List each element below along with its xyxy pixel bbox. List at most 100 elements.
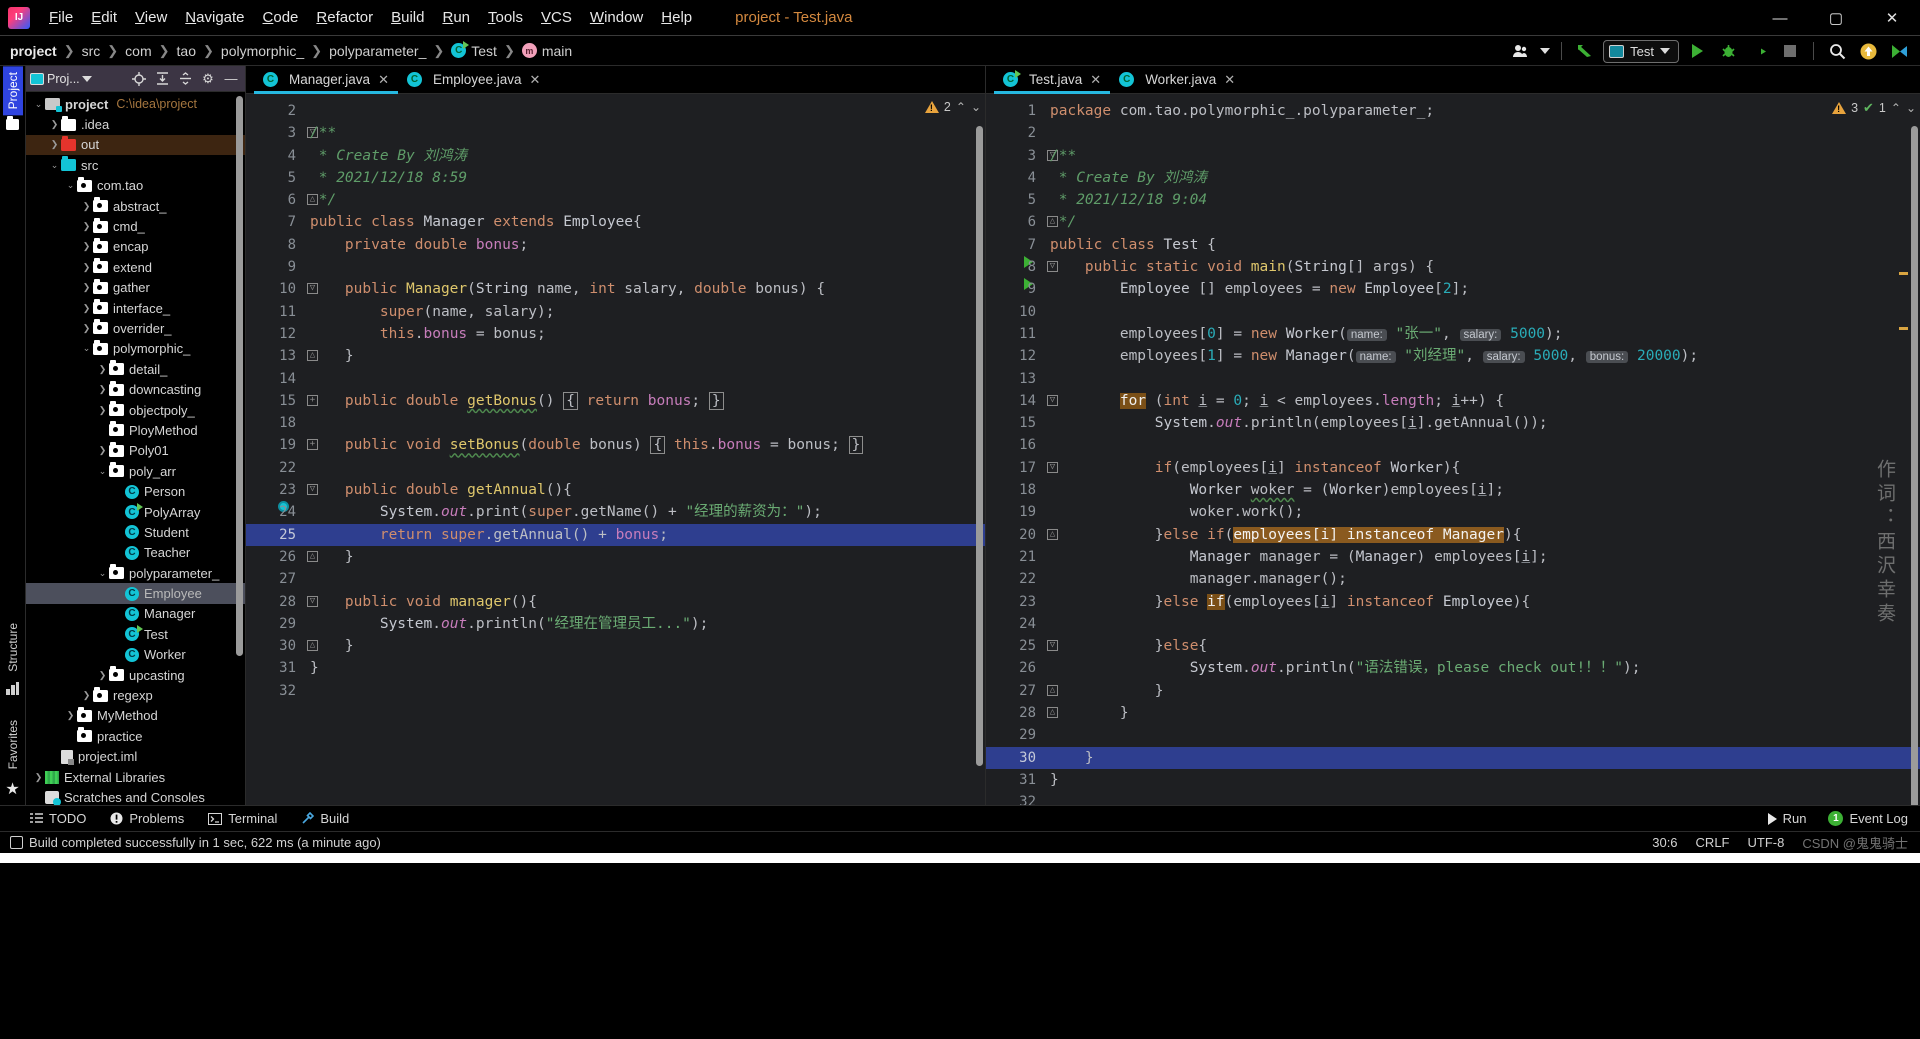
tree-item-encap[interactable]: ❯ encap bbox=[26, 237, 245, 257]
tree-item-interface_[interactable]: ❯ interface_ bbox=[26, 298, 245, 318]
breadcrumb-item-project[interactable]: project bbox=[10, 43, 57, 59]
tree-item-Teacher[interactable]: C Teacher bbox=[26, 543, 245, 563]
code-line[interactable]: Manager manager = (Manager) employees[i]… bbox=[1042, 546, 1920, 568]
hide-icon[interactable]: — bbox=[221, 69, 241, 89]
code-line[interactable] bbox=[302, 568, 985, 590]
tree-item-polymorphic_[interactable]: ⌄ polymorphic_ bbox=[26, 339, 245, 359]
line-separator[interactable]: CRLF bbox=[1696, 835, 1730, 850]
code-line[interactable]: public double getAnnual(){ bbox=[302, 479, 985, 501]
code-line[interactable]: public double getBonus() { return bonus;… bbox=[302, 390, 985, 412]
breadcrumb-item-polyparameter_[interactable]: polyparameter_ bbox=[329, 43, 426, 59]
tree-toggle-icon[interactable]: ❯ bbox=[48, 139, 61, 150]
code-line[interactable]: private double bonus; bbox=[302, 234, 985, 256]
run-button[interactable] bbox=[1684, 39, 1710, 63]
code-line[interactable]: * 2021/12/18 9:04 bbox=[1042, 189, 1920, 211]
update-project-icon[interactable] bbox=[1572, 39, 1598, 63]
code-line[interactable]: } bbox=[302, 635, 985, 657]
code-line[interactable]: package com.tao.polymorphic_.polyparamet… bbox=[1042, 100, 1920, 122]
code-line[interactable]: } bbox=[1042, 746, 1920, 769]
code-line[interactable]: public class Manager extends Employee{ bbox=[302, 211, 985, 233]
menu-tools[interactable]: Tools bbox=[479, 5, 532, 30]
tree-toggle-icon[interactable]: ❯ bbox=[48, 119, 61, 130]
tool-window-event-log[interactable]: 1 Event Log bbox=[1828, 811, 1908, 826]
code-line[interactable] bbox=[302, 100, 985, 122]
editor-tab-Employeejava[interactable]: C Employee.java ✕ bbox=[398, 66, 549, 93]
tree-toggle-icon[interactable]: ❯ bbox=[32, 772, 45, 783]
tree-toggle-icon[interactable]: ❯ bbox=[96, 384, 109, 395]
search-icon[interactable] bbox=[1824, 39, 1850, 63]
code-line[interactable] bbox=[302, 457, 985, 479]
code-line[interactable]: Employee [] employees = new Employee[2]; bbox=[1042, 278, 1920, 300]
update-button[interactable] bbox=[1855, 39, 1881, 63]
code-line[interactable]: return super.getAnnual() + bonus; bbox=[302, 523, 985, 546]
tree-item-downcasting[interactable]: ❯ downcasting bbox=[26, 379, 245, 399]
user-account-icon[interactable] bbox=[1508, 39, 1534, 63]
code-line[interactable]: } bbox=[1042, 702, 1920, 724]
code-line[interactable] bbox=[1042, 613, 1920, 635]
code-line[interactable]: } bbox=[1042, 769, 1920, 791]
menu-build[interactable]: Build bbox=[382, 5, 433, 30]
breadcrumb-item-com[interactable]: com bbox=[125, 43, 151, 59]
tree-toggle-icon[interactable]: ⌄ bbox=[48, 160, 61, 171]
tree-item-src[interactable]: ⌄ src bbox=[26, 155, 245, 175]
tree-item-Student[interactable]: C Student bbox=[26, 522, 245, 542]
code-line[interactable]: } bbox=[302, 345, 985, 367]
tree-item-ScratchesandConsoles[interactable]: Scratches and Consoles bbox=[26, 787, 245, 805]
code-line[interactable] bbox=[1042, 122, 1920, 144]
tree-item-Test[interactable]: C Test bbox=[26, 624, 245, 644]
tree-toggle-icon[interactable]: ❯ bbox=[80, 241, 93, 252]
code-right[interactable]: package com.tao.polymorphic_.polyparamet… bbox=[1042, 94, 1920, 805]
tree-toggle-icon[interactable]: ❯ bbox=[96, 364, 109, 375]
tree-toggle-icon[interactable]: ❯ bbox=[80, 323, 93, 334]
menu-edit[interactable]: Edit bbox=[82, 5, 126, 30]
prev-problem-icon[interactable]: ⌃ bbox=[1891, 101, 1901, 115]
code-line[interactable]: public static void main(String[] args) { bbox=[1042, 256, 1920, 278]
tree-toggle-icon[interactable]: ❯ bbox=[80, 282, 93, 293]
code-line[interactable]: employees[0] = new Worker(name: "张一", sa… bbox=[1042, 323, 1920, 345]
editor-scrollbar-left[interactable] bbox=[974, 122, 985, 805]
tree-item-ExternalLibraries[interactable]: ❯ External Libraries bbox=[26, 767, 245, 787]
tree-item-extend[interactable]: ❯ extend bbox=[26, 257, 245, 277]
code-line[interactable]: System.out.println("语法错误，please check ou… bbox=[1042, 657, 1920, 679]
code-line[interactable]: /** bbox=[1042, 145, 1920, 167]
code-line[interactable]: System.out.println(employees[i].getAnnua… bbox=[1042, 412, 1920, 434]
tree-toggle-icon[interactable]: ❯ bbox=[96, 670, 109, 681]
tool-window-todo[interactable]: TODO bbox=[30, 811, 86, 826]
editor-scrollbar-right[interactable] bbox=[1899, 122, 1920, 805]
code-line[interactable]: * Create By 刘鸿涛 bbox=[1042, 167, 1920, 189]
stop-button[interactable] bbox=[1777, 39, 1803, 63]
sidebar-tab-project[interactable]: Project bbox=[2, 66, 23, 116]
tree-item-overrider_[interactable]: ❯ overrider_ bbox=[26, 318, 245, 338]
tree-item-Poly01[interactable]: ❯ Poly01 bbox=[26, 441, 245, 461]
tree-toggle-icon[interactable]: ❯ bbox=[80, 201, 93, 212]
tree-toggle-icon[interactable]: ⌄ bbox=[80, 343, 93, 354]
code-line[interactable] bbox=[1042, 368, 1920, 390]
tool-window-problems[interactable]: Problems bbox=[110, 811, 184, 826]
code-line[interactable] bbox=[1042, 434, 1920, 456]
inspection-widget-right[interactable]: 3 ✔ 1 ⌃ ⌄ bbox=[1832, 100, 1916, 116]
code-line[interactable] bbox=[1042, 301, 1920, 323]
code-line[interactable]: }else{ bbox=[1042, 635, 1920, 657]
code-line[interactable]: } bbox=[302, 657, 985, 679]
code-line[interactable]: super(name, salary); bbox=[302, 301, 985, 323]
file-encoding[interactable]: UTF-8 bbox=[1748, 835, 1785, 850]
debug-button[interactable] bbox=[1715, 39, 1741, 63]
code-line[interactable]: } bbox=[1042, 680, 1920, 702]
gutter-right[interactable]: 1 2 3 ▽ 4 5 6 △ 7 8 ▽ 9 10 11 12 13 14 ▽ 15 16 17 ▽ 18 19 20 △ 21 2… bbox=[986, 94, 1058, 805]
tree-toggle-icon[interactable]: ❯ bbox=[64, 710, 77, 721]
tree-item-poly_arr[interactable]: ⌄ poly_arr bbox=[26, 461, 245, 481]
tree-item-comtao[interactable]: ⌄ com.tao bbox=[26, 176, 245, 196]
tree-item-Employee[interactable]: C Employee bbox=[26, 583, 245, 604]
gear-icon[interactable]: ⚙ bbox=[198, 69, 218, 89]
tree-item-idea[interactable]: ❯ .idea bbox=[26, 114, 245, 134]
code-line[interactable] bbox=[1042, 724, 1920, 746]
editor-tab-Testjava[interactable]: C Test.java ✕ bbox=[994, 66, 1111, 94]
tree-item-gather[interactable]: ❯ gather bbox=[26, 278, 245, 298]
locate-icon[interactable] bbox=[129, 69, 149, 89]
expand-all-icon[interactable] bbox=[152, 69, 172, 89]
inspection-widget-left[interactable]: 2 ⌃ ⌄ bbox=[924, 100, 981, 114]
code-line[interactable] bbox=[302, 256, 985, 278]
tree-toggle-icon[interactable]: ⌄ bbox=[32, 99, 45, 110]
tree-item-polyparameter_[interactable]: ⌄ polyparameter_ bbox=[26, 563, 245, 583]
tree-toggle-icon[interactable]: ❯ bbox=[96, 445, 109, 456]
